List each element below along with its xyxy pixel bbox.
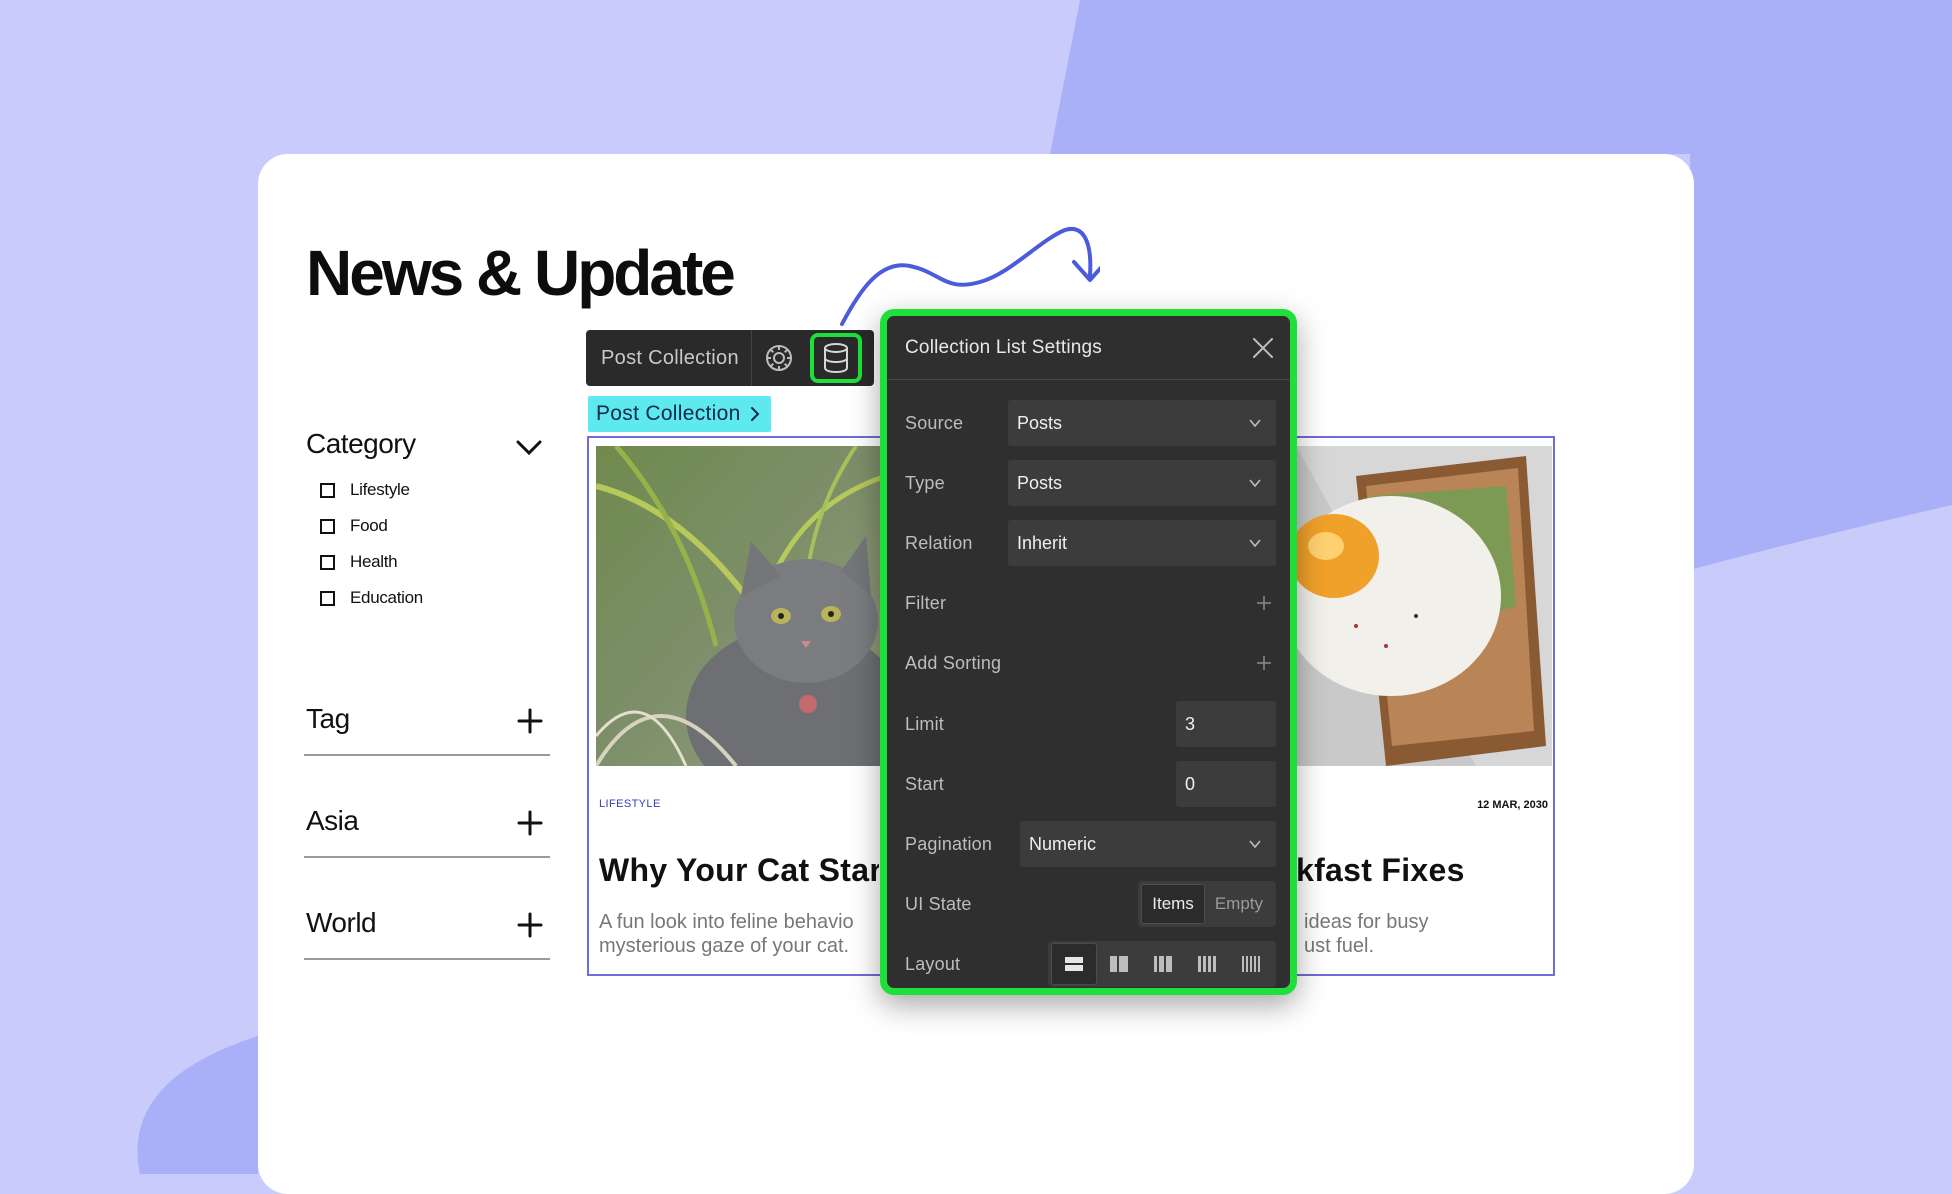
- ui-state-row: UI State Items Empty: [905, 881, 1276, 927]
- database-button[interactable]: [810, 333, 862, 383]
- layout-2-column-icon: [1110, 956, 1128, 972]
- post-description: A fun look into feline behavio: [599, 911, 854, 933]
- type-label: Type: [905, 472, 945, 493]
- limit-row: Limit 3: [905, 701, 1276, 747]
- layout-1-column-button[interactable]: [1051, 943, 1097, 985]
- layout-1-column-icon: [1065, 957, 1083, 971]
- filter-row: Filter: [905, 580, 1276, 626]
- element-toolbar: Post Collection: [586, 330, 874, 386]
- plus-icon[interactable]: [516, 809, 544, 837]
- type-row: Type Posts: [905, 460, 1276, 506]
- layout-3-column-icon: [1154, 956, 1172, 972]
- layout-label: Layout: [905, 953, 961, 974]
- pagination-select[interactable]: Numeric: [1020, 821, 1276, 867]
- relation-value: Inherit: [1017, 532, 1068, 553]
- breadcrumb[interactable]: Post Collection: [588, 396, 771, 432]
- source-select[interactable]: Posts: [1008, 400, 1276, 446]
- type-value: Posts: [1017, 472, 1063, 493]
- post-category: LIFESTYLE: [599, 798, 661, 810]
- relation-label: Relation: [905, 532, 973, 553]
- checkbox[interactable]: [320, 590, 335, 606]
- limit-input[interactable]: 3: [1176, 701, 1276, 747]
- tag-heading: Tag: [306, 703, 350, 734]
- source-label: Source: [905, 412, 964, 433]
- add-sorting-plus-icon[interactable]: [1256, 655, 1272, 671]
- source-value: Posts: [1017, 412, 1063, 433]
- relation-select[interactable]: Inherit: [1008, 520, 1276, 566]
- ui-state-empty[interactable]: Empty: [1205, 885, 1273, 923]
- toolbar-label: Post Collection: [601, 346, 739, 369]
- ui-state-toggle: Items Empty: [1138, 881, 1276, 927]
- divider: [304, 958, 550, 960]
- close-icon[interactable]: [1250, 335, 1276, 361]
- world-heading: World: [306, 907, 377, 938]
- start-input[interactable]: 0: [1176, 761, 1276, 807]
- start-label: Start: [905, 773, 945, 794]
- chevron-down-icon: [1249, 539, 1261, 548]
- panel-title: Collection List Settings: [905, 336, 1103, 358]
- layout-3-column-button[interactable]: [1141, 944, 1185, 984]
- collection-settings-panel: Collection List Settings Source Posts Ty…: [880, 309, 1297, 995]
- chevron-down-icon[interactable]: [515, 434, 543, 462]
- checkbox[interactable]: [320, 518, 335, 534]
- filter-label: Filter: [905, 592, 947, 613]
- layout-5-column-icon: [1242, 956, 1260, 972]
- post-title[interactable]: kfast Fixes: [1296, 852, 1546, 889]
- layout-2-column-button[interactable]: [1097, 944, 1141, 984]
- layout-4-column-button[interactable]: [1185, 944, 1229, 984]
- checkbox[interactable]: [320, 554, 335, 570]
- post-image-egg-toast: [1296, 446, 1552, 766]
- panel-header: Collection List Settings: [887, 316, 1290, 380]
- settings-button[interactable]: [752, 330, 806, 386]
- chevron-down-icon: [1249, 840, 1261, 849]
- post-date: 12 MAR, 2030: [1477, 799, 1548, 811]
- layout-row: Layout: [905, 941, 1276, 987]
- chevron-down-icon: [1249, 479, 1261, 488]
- layout-toggle: [1048, 941, 1276, 987]
- checkbox[interactable]: [320, 482, 335, 498]
- category-item-education[interactable]: Education: [320, 586, 423, 610]
- sorting-label: Add Sorting: [905, 652, 1002, 673]
- breadcrumb-label: Post Collection: [596, 402, 741, 425]
- layout-5-column-button[interactable]: [1229, 944, 1273, 984]
- post-image-cat: [596, 446, 886, 766]
- divider: [304, 856, 550, 858]
- relation-row: Relation Inherit: [905, 520, 1276, 566]
- plus-icon[interactable]: [516, 911, 544, 939]
- gear-icon: [766, 345, 792, 371]
- ui-state-items[interactable]: Items: [1141, 884, 1205, 924]
- chevron-right-icon: [750, 407, 759, 421]
- sorting-row: Add Sorting: [905, 640, 1276, 686]
- start-row: Start 0: [905, 761, 1276, 807]
- category-heading: Category: [306, 428, 416, 459]
- post-description: mysterious gaze of your cat.: [599, 935, 850, 957]
- pagination-label: Pagination: [905, 833, 993, 854]
- ui-state-label: UI State: [905, 893, 972, 914]
- divider: [304, 754, 550, 756]
- category-item-health[interactable]: Health: [320, 550, 398, 574]
- add-filter-plus-icon[interactable]: [1256, 595, 1272, 611]
- category-item-food[interactable]: Food: [320, 514, 388, 538]
- plus-icon[interactable]: [516, 707, 544, 735]
- chevron-down-icon: [1249, 419, 1261, 428]
- post-title[interactable]: Why Your Cat Star: [599, 852, 879, 889]
- category-item-lifestyle[interactable]: Lifestyle: [320, 478, 410, 502]
- pagination-row: Pagination Numeric: [905, 821, 1276, 867]
- post-description: ust fuel.: [1304, 935, 1375, 957]
- pagination-value: Numeric: [1029, 833, 1097, 854]
- type-select[interactable]: Posts: [1008, 460, 1276, 506]
- layout-4-column-icon: [1198, 956, 1216, 972]
- asia-heading: Asia: [306, 805, 359, 836]
- post-description: ideas for busy: [1304, 911, 1429, 933]
- source-row: Source Posts: [905, 400, 1276, 446]
- page-title: News & Update: [306, 237, 736, 309]
- database-icon: [824, 343, 848, 373]
- limit-label: Limit: [905, 713, 945, 734]
